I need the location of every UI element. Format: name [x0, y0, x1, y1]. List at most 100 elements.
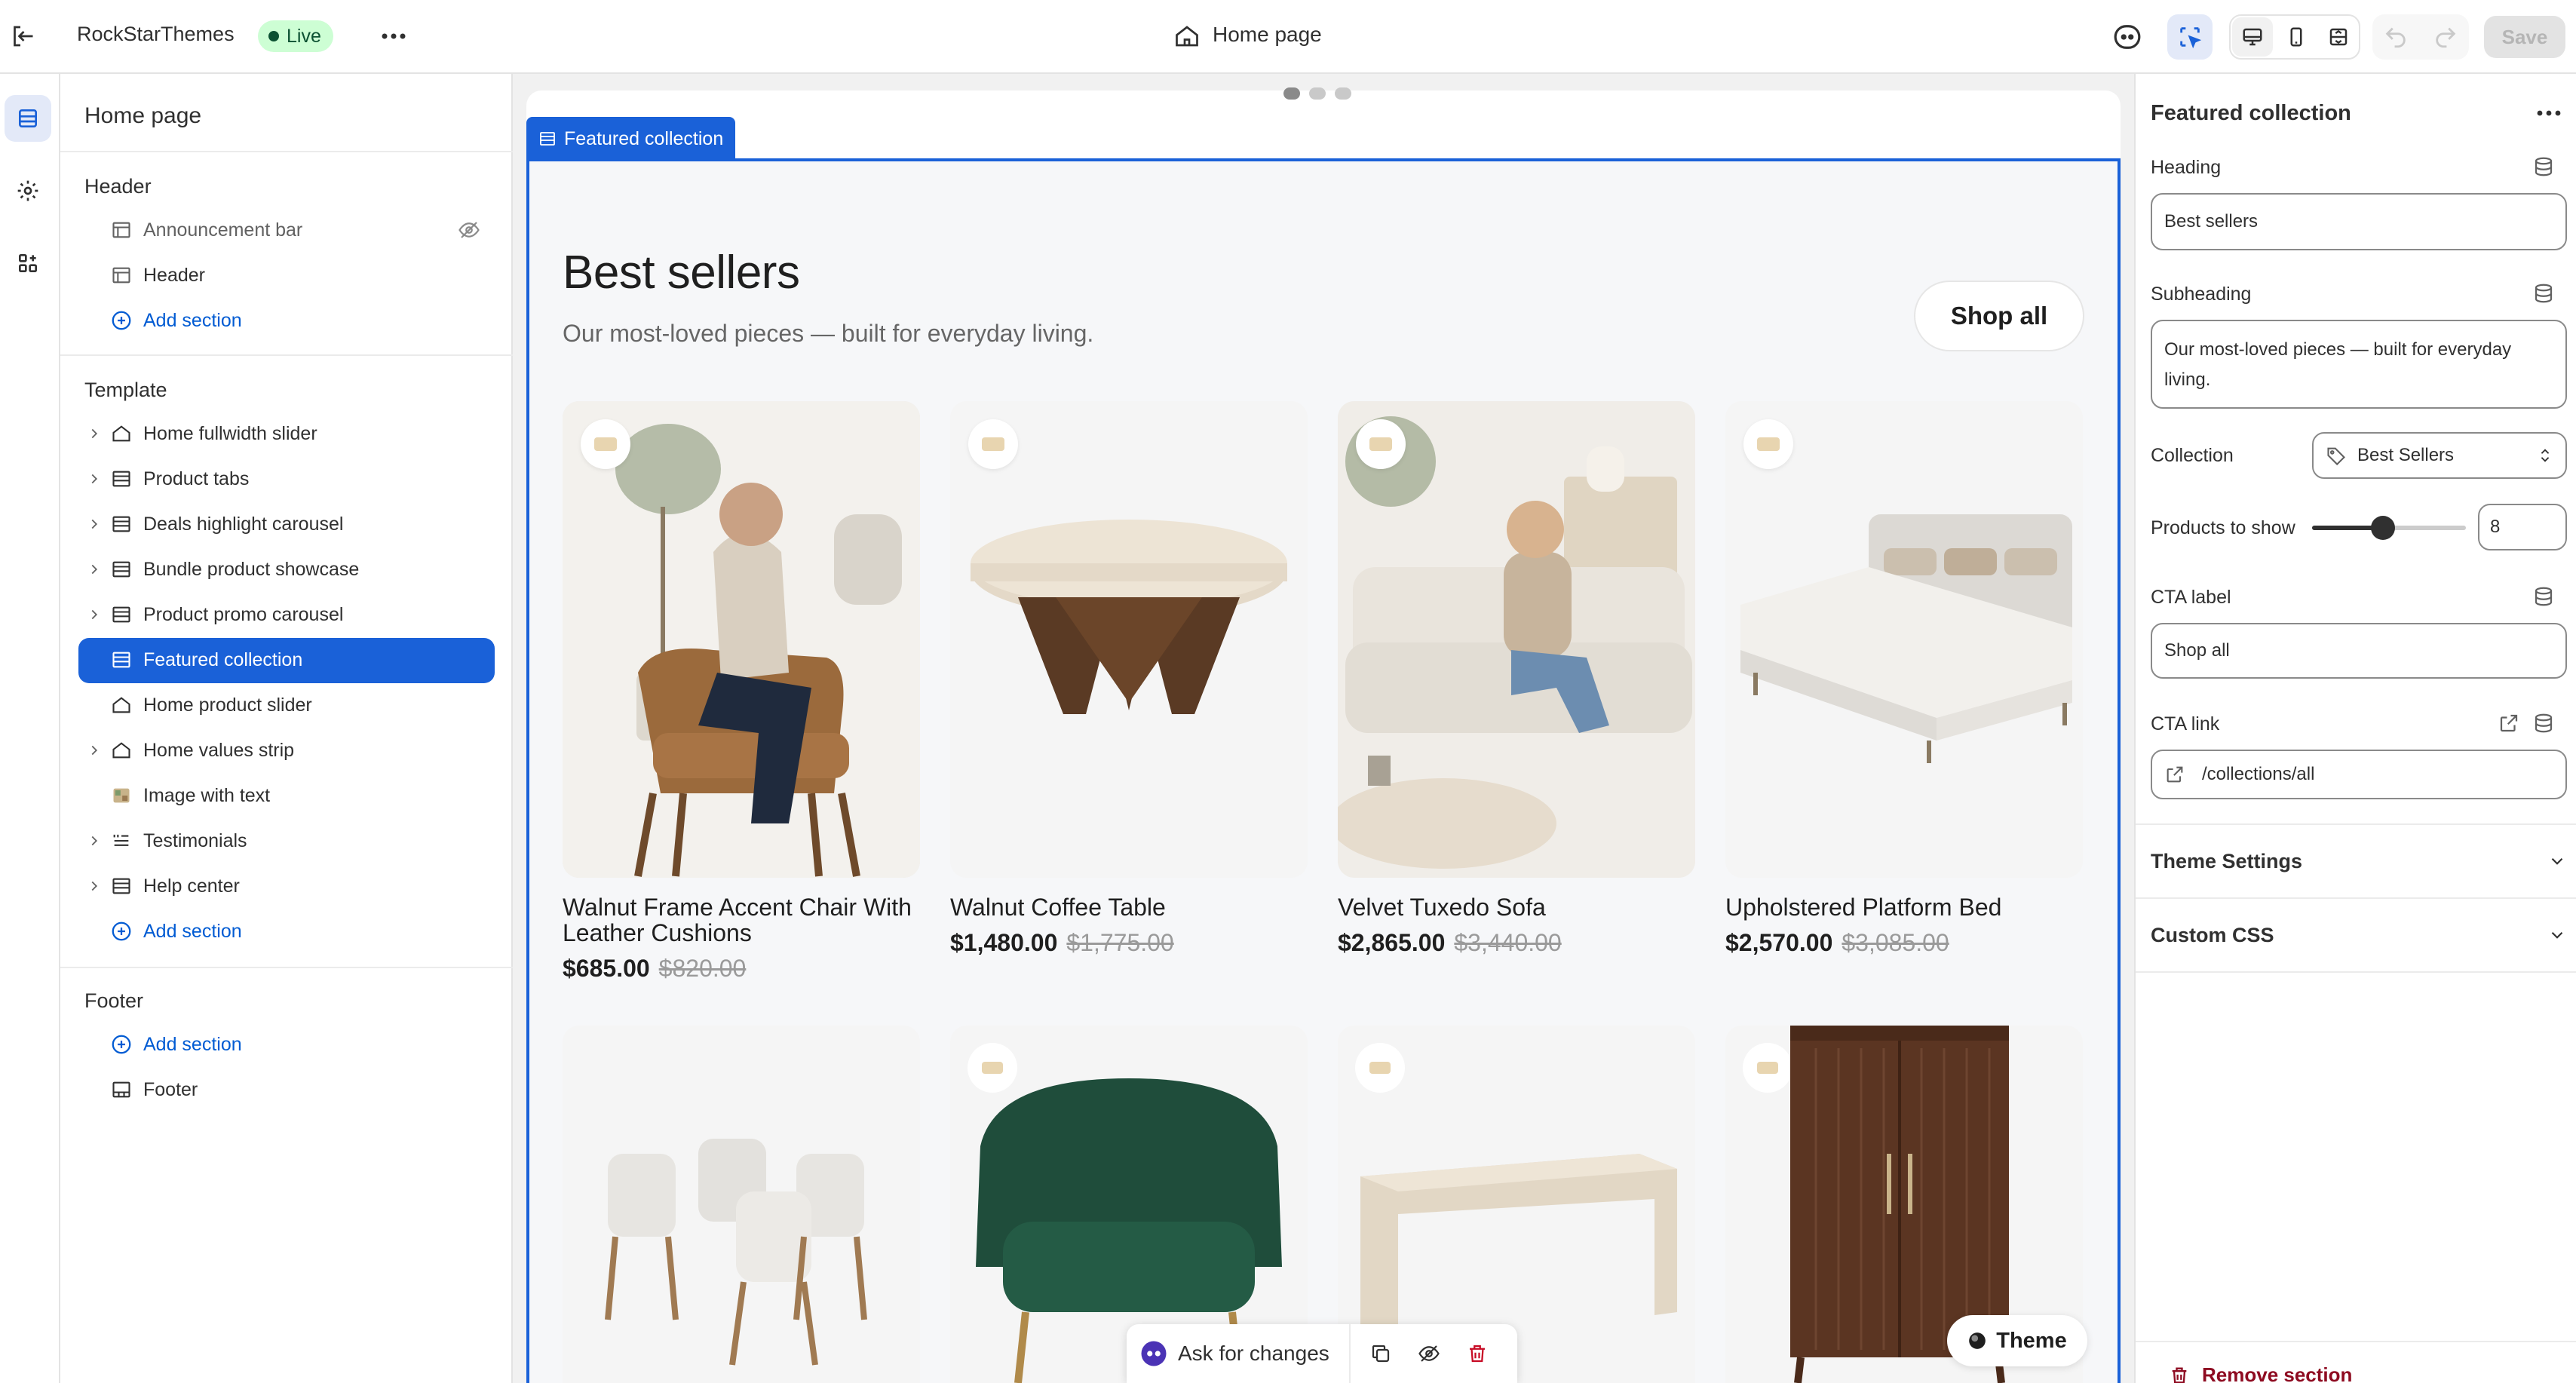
theme-globe-icon [1969, 1332, 1986, 1349]
section-item-header[interactable]: Header [110, 253, 487, 297]
shop-all-button[interactable]: Shop all [1914, 281, 2084, 351]
page-selector[interactable]: Home page [1213, 23, 1322, 47]
section-item-label: Home product slider [143, 694, 312, 716]
section-item-featured-collection[interactable]: Featured collection [84, 638, 492, 682]
subheading-textarea[interactable]: Our most-loved pieces — built for everyd… [2151, 320, 2567, 409]
section-tab-label: Featured collection [564, 127, 724, 149]
dot[interactable] [1335, 87, 1351, 100]
undo-icon[interactable] [2383, 24, 2409, 50]
group-footer-label: Footer [84, 989, 144, 1012]
more-options-icon[interactable] [2535, 103, 2562, 124]
heading-input[interactable]: Best sellers [2151, 193, 2567, 250]
product-badge [1743, 419, 1793, 469]
remove-section-button[interactable]: Remove section [2169, 1363, 2352, 1383]
product-title[interactable]: Walnut Coffee Table [950, 894, 1308, 920]
tag-icon [2327, 447, 2345, 466]
section-item-testimonials[interactable]: Testimonials [84, 819, 492, 863]
product-card[interactable]: Velvet Tuxedo Sofa $2,865.00 $3,440.00 [1338, 401, 1695, 957]
section-item-help-center[interactable]: Help center [84, 864, 492, 908]
section-rows-icon [540, 132, 555, 146]
dynamic-source-icon[interactable] [2532, 585, 2555, 608]
fullscreen-view-button[interactable] [2318, 17, 2359, 57]
dynamic-source-icon[interactable] [2532, 282, 2555, 305]
sale-price: $2,865.00 [1338, 929, 1446, 956]
divider [60, 967, 513, 968]
section-item-product-tabs[interactable]: Product tabs [84, 457, 492, 501]
collection-picker[interactable]: Best Sellers [2312, 432, 2567, 479]
fullscreen-icon [2329, 28, 2348, 46]
duplicate-icon [1372, 1345, 1389, 1363]
product-image-chair[interactable] [563, 401, 920, 878]
inspector-button[interactable] [2167, 14, 2213, 60]
ai-icon[interactable] [2113, 23, 2142, 51]
trash-icon [2172, 1367, 2187, 1383]
products-count-input[interactable]: 8 [2478, 504, 2567, 550]
product-image-dining-chairs[interactable] [563, 1026, 920, 1383]
rail-sections-button[interactable] [5, 95, 51, 142]
dot[interactable] [1283, 87, 1300, 100]
theme-button[interactable]: Theme [1947, 1315, 2087, 1366]
section-item-label: Image with text [143, 784, 271, 806]
mobile-view-button[interactable] [2276, 17, 2317, 57]
save-button[interactable]: Save [2484, 16, 2565, 58]
redo-icon[interactable] [2433, 24, 2458, 50]
dot[interactable] [1309, 87, 1326, 100]
section-item-label: Product tabs [143, 468, 250, 489]
section-item-product-promo-carousel[interactable]: Product promo carousel [84, 593, 492, 636]
rail-apps-button[interactable] [5, 240, 51, 287]
sale-price: $1,480.00 [950, 929, 1058, 956]
trash-icon [1469, 1345, 1485, 1363]
cta-label-label: CTA label [2151, 587, 2231, 608]
section-tab[interactable]: Featured collection [526, 117, 736, 161]
section-rows-icon [110, 558, 133, 581]
product-title[interactable]: Velvet Tuxedo Sofa [1338, 894, 1695, 920]
product-title-line: Upholstered Platform Bed [1725, 894, 2002, 921]
hide-button[interactable] [1405, 1324, 1453, 1383]
duplicate-button[interactable] [1357, 1324, 1405, 1383]
chevron-right-icon [84, 558, 104, 581]
rail-settings-button[interactable] [5, 167, 51, 214]
exit-icon[interactable] [9, 23, 36, 50]
dynamic-source-icon[interactable] [2532, 155, 2555, 178]
compare-price: $820.00 [658, 955, 747, 982]
hidden-eye-icon[interactable] [457, 219, 481, 241]
product-card[interactable]: Walnut Coffee Table $1,480.00 $1,775.00 [950, 401, 1308, 957]
section-item-home-product-slider[interactable]: Home product slider [84, 683, 492, 727]
add-section-header[interactable]: Add section [110, 299, 487, 342]
divider [60, 151, 513, 152]
section-item-deals-highlight-carousel[interactable]: Deals highlight carousel [84, 502, 492, 546]
product-title[interactable]: Walnut Frame Accent Chair With Leather C… [563, 894, 920, 946]
custom-css-accordion[interactable]: Custom CSS [2151, 912, 2567, 958]
product-card[interactable]: Upholstered Platform Bed $2,570.00 $3,085… [1725, 401, 2083, 957]
add-section-footer[interactable]: Add section [110, 1023, 487, 1066]
product-image-bed[interactable] [1725, 401, 2083, 878]
section-item-home-values-strip[interactable]: Home values strip [84, 728, 492, 772]
section-item-label: Featured collection [143, 649, 303, 670]
cta-label-input[interactable]: Shop all [2151, 623, 2567, 679]
delete-button[interactable] [1453, 1324, 1501, 1383]
add-section-template[interactable]: Add section [110, 909, 487, 953]
theme-settings-accordion[interactable]: Theme Settings [2151, 839, 2567, 884]
section-item-bundle-product-showcase[interactable]: Bundle product showcase [84, 547, 492, 591]
section-item-home-fullwidth-slider[interactable]: Home fullwidth slider [84, 412, 492, 455]
section-item-label: Deals highlight carousel [143, 513, 344, 535]
dynamic-source-icon[interactable] [2532, 712, 2555, 734]
products-slider-thumb[interactable] [2370, 516, 2395, 540]
open-link-icon[interactable] [2498, 712, 2520, 734]
section-layout-icon [110, 264, 133, 287]
product-image-coffee-table[interactable] [950, 401, 1308, 878]
cta-link-input[interactable]: /collections/all [2151, 750, 2567, 799]
ask-for-changes-button[interactable]: Ask for changes [1127, 1324, 1351, 1383]
desktop-view-button[interactable] [2232, 17, 2273, 57]
carousel-dots[interactable] [1283, 87, 1351, 100]
product-card[interactable]: Walnut Frame Accent Chair With Leather C… [563, 401, 920, 983]
section-item-announcement-bar[interactable]: Announcement bar [110, 208, 487, 252]
more-actions-icon[interactable] [379, 23, 409, 50]
textarea-line: Our most-loved pieces — built for everyd… [2164, 339, 2512, 360]
sale-price: $685.00 [563, 955, 650, 982]
product-title[interactable]: Upholstered Platform Bed [1725, 894, 2083, 920]
section-item-footer[interactable]: Footer [110, 1068, 487, 1112]
section-item-image-with-text[interactable]: Image with text [84, 774, 492, 817]
product-image-sofa[interactable] [1338, 401, 1695, 878]
